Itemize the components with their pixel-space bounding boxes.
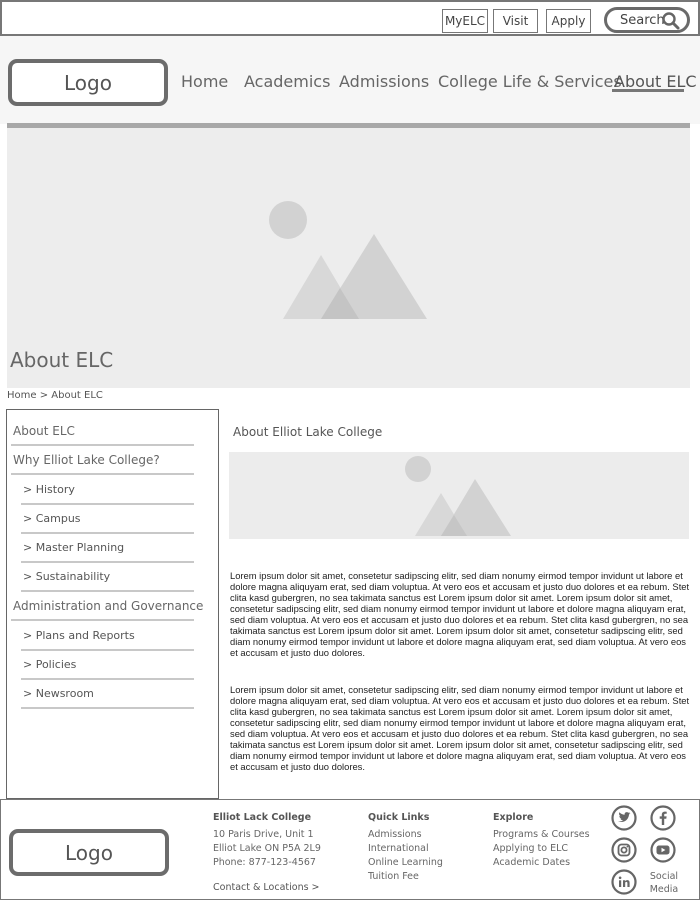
search-label: Search <box>620 12 665 28</box>
social-media-label: Social Media <box>648 870 680 896</box>
footer-college-name: Elliot Lack College <box>213 812 312 823</box>
myelc-link[interactable]: MyELC <box>442 9 488 33</box>
apply-link[interactable]: Apply <box>546 9 591 33</box>
sidebar-item-about-elc[interactable]: About ELC <box>11 417 194 446</box>
nav-academics[interactable]: Academics <box>244 72 330 91</box>
sidebar-item-campus[interactable]: > Campus <box>21 505 194 534</box>
footer-link-applying[interactable]: Applying to ELC <box>493 842 590 856</box>
nav-college-life[interactable]: College Life & Services <box>438 72 622 91</box>
sidebar-item-administration[interactable]: Administration and Governance <box>11 592 203 621</box>
sidebar-item-master-planning[interactable]: > Master Planning <box>21 534 194 563</box>
youtube-icon[interactable] <box>649 836 677 864</box>
linkedin-icon[interactable] <box>610 868 638 896</box>
footer-phone: Phone: 877-123-4567 <box>213 857 316 868</box>
footer-logo[interactable]: Logo <box>9 829 169 876</box>
footer-explore: Explore Programs & Courses Applying to E… <box>493 811 590 870</box>
sidebar-item-policies[interactable]: > Policies <box>21 651 194 680</box>
explore-heading: Explore <box>493 812 534 823</box>
instagram-icon[interactable] <box>610 836 638 864</box>
footer-link-tuition-fee[interactable]: Tuition Fee <box>368 870 443 884</box>
sidebar-item-sustainability[interactable]: > Sustainability <box>21 563 194 592</box>
facebook-icon[interactable] <box>649 804 677 832</box>
footer-link-programs[interactable]: Programs & Courses <box>493 828 590 842</box>
sidebar-item-why-elc[interactable]: Why Elliot Lake College? <box>11 446 194 475</box>
main-header: Logo Home Academics Admissions College L… <box>0 36 700 124</box>
footer: Logo <box>0 799 700 900</box>
footer-address-line2: Elliot Lake ON P5A 2L9 <box>213 843 321 854</box>
nav-admissions[interactable]: Admissions <box>339 72 429 91</box>
footer-link-online-learning[interactable]: Online Learning <box>368 856 443 870</box>
breadcrumb[interactable]: Home > About ELC <box>7 390 103 401</box>
header-logo[interactable]: Logo <box>8 59 168 106</box>
sidebar-item-history[interactable]: > History <box>21 476 194 505</box>
quick-links-heading: Quick Links <box>368 812 430 823</box>
utility-bar: MyELC Visit Apply Search <box>0 0 700 36</box>
social-label-line2: Media <box>649 884 679 895</box>
footer-link-academic-dates[interactable]: Academic Dates <box>493 856 590 870</box>
visit-link[interactable]: Visit <box>493 9 538 33</box>
search-icon <box>662 12 680 30</box>
contact-locations-link[interactable]: Contact & Locations > <box>213 881 321 895</box>
content-paragraph: Lorem ipsum dolor sit amet, consetetur s… <box>230 570 690 658</box>
nav-home[interactable]: Home <box>181 72 228 91</box>
footer-contact-column: Elliot Lack College 10 Paris Drive, Unit… <box>213 811 321 895</box>
search-button[interactable]: Search <box>604 7 690 33</box>
sidebar-nav: About ELC Why Elliot Lake College? > His… <box>6 409 219 799</box>
footer-link-international[interactable]: International <box>368 842 443 856</box>
footer-link-admissions[interactable]: Admissions <box>368 828 443 842</box>
active-nav-indicator <box>612 89 684 92</box>
content-image <box>229 452 689 539</box>
image-placeholder-icon <box>405 456 511 536</box>
content-heading: About Elliot Lake College <box>233 425 383 439</box>
social-label-line1: Social <box>649 871 679 882</box>
sidebar-item-plans-reports[interactable]: > Plans and Reports <box>21 622 194 651</box>
page-title: About ELC <box>10 348 114 372</box>
footer-quick-links: Quick Links Admissions International Onl… <box>368 811 443 884</box>
sidebar-item-newsroom[interactable]: > Newsroom <box>21 680 194 709</box>
footer-address-line1: 10 Paris Drive, Unit 1 <box>213 829 314 840</box>
content-paragraph: Lorem ipsum dolor sit amet, consetetur s… <box>230 684 690 772</box>
twitter-icon[interactable] <box>610 804 638 832</box>
